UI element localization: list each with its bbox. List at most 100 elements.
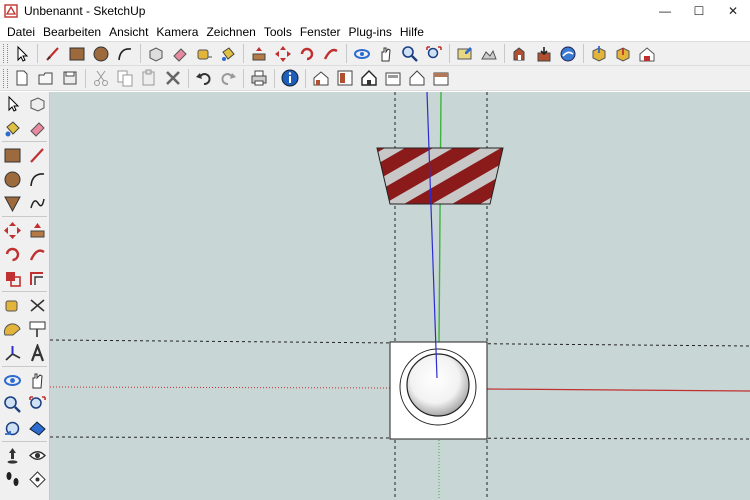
open-icon[interactable] — [34, 67, 58, 89]
rectangle-icon[interactable] — [0, 143, 24, 167]
main-toolbar — [0, 41, 750, 66]
close-button[interactable]: ✕ — [716, 0, 750, 22]
iso-view-icon[interactable] — [309, 67, 333, 89]
add-location-icon[interactable] — [453, 43, 477, 65]
menu-tools[interactable]: Tools — [260, 25, 296, 39]
3d-text-icon[interactable] — [25, 341, 49, 365]
move-icon[interactable] — [271, 43, 295, 65]
arc-icon[interactable] — [25, 167, 49, 191]
menu-ansicht[interactable]: Ansicht — [105, 25, 152, 39]
previous-view-icon[interactable] — [0, 416, 24, 440]
top-view-icon[interactable] — [333, 67, 357, 89]
axes-icon[interactable] — [0, 341, 24, 365]
menu-bearbeiten[interactable]: Bearbeiten — [39, 25, 105, 39]
sketchup-app-icon — [4, 4, 18, 18]
toolbar-grip[interactable] — [3, 68, 8, 88]
walk-icon[interactable] — [0, 467, 24, 491]
menu-zeichnen[interactable]: Zeichnen — [202, 25, 259, 39]
delete-icon[interactable] — [161, 67, 185, 89]
arc-icon[interactable] — [113, 43, 137, 65]
copy-icon[interactable] — [113, 67, 137, 89]
make-component-icon[interactable] — [144, 43, 168, 65]
undo-icon[interactable] — [192, 67, 216, 89]
dimension-icon[interactable] — [25, 293, 49, 317]
back-view-icon[interactable] — [405, 67, 429, 89]
zoom-icon[interactable] — [0, 392, 24, 416]
extension-warehouse-icon[interactable] — [635, 43, 659, 65]
menu-datei[interactable]: Datei — [3, 25, 39, 39]
pan-icon[interactable] — [374, 43, 398, 65]
line-icon[interactable] — [25, 143, 49, 167]
scale-icon[interactable] — [0, 266, 24, 290]
follow-me-icon[interactable] — [25, 242, 49, 266]
title-bar: Unbenannt - SketchUp — ☐ ✕ — [0, 0, 750, 22]
eraser-icon[interactable] — [168, 43, 192, 65]
red-axis — [486, 388, 750, 392]
menu-fenster[interactable]: Fenster — [296, 25, 345, 39]
paint-bucket-icon[interactable] — [0, 116, 24, 140]
menu-plugins[interactable]: Plug-ins — [345, 25, 396, 39]
freehand-icon[interactable] — [25, 191, 49, 215]
menu-kamera[interactable]: Kamera — [152, 25, 202, 39]
menu-hilfe[interactable]: Hilfe — [396, 25, 428, 39]
zoom-icon[interactable] — [398, 43, 422, 65]
follow-me-icon[interactable] — [319, 43, 343, 65]
redo-icon[interactable] — [216, 67, 240, 89]
orbit-icon[interactable] — [350, 43, 374, 65]
striped-frustum-face[interactable] — [376, 147, 504, 205]
cut-icon[interactable] — [89, 67, 113, 89]
paste-icon[interactable] — [137, 67, 161, 89]
section-plane-icon[interactable] — [25, 467, 49, 491]
green-axis — [438, 92, 442, 343]
photo-textures-icon[interactable] — [508, 43, 532, 65]
caption-buttons: — ☐ ✕ — [648, 0, 750, 22]
get-models-icon[interactable] — [532, 43, 556, 65]
look-around-icon[interactable] — [25, 443, 49, 467]
circle-icon[interactable] — [0, 167, 24, 191]
pan-icon[interactable] — [25, 368, 49, 392]
zoom-window-icon[interactable] — [25, 392, 49, 416]
rotate-icon[interactable] — [0, 242, 24, 266]
minimize-button[interactable]: — — [648, 0, 682, 22]
paint-bucket-icon[interactable] — [216, 43, 240, 65]
share-component-icon[interactable] — [611, 43, 635, 65]
zoom-extents-icon[interactable] — [25, 416, 49, 440]
front-view-icon[interactable] — [357, 67, 381, 89]
protractor-icon[interactable] — [0, 317, 24, 341]
save-icon[interactable] — [58, 67, 82, 89]
select-icon[interactable] — [0, 92, 24, 116]
share-model-icon[interactable] — [556, 43, 580, 65]
push-pull-icon[interactable] — [25, 218, 49, 242]
new-icon[interactable] — [10, 67, 34, 89]
circle-icon[interactable] — [89, 43, 113, 65]
move-icon[interactable] — [0, 218, 24, 242]
position-camera-icon[interactable] — [0, 443, 24, 467]
rectangle-icon[interactable] — [65, 43, 89, 65]
right-view-icon[interactable] — [381, 67, 405, 89]
make-component-icon[interactable] — [25, 92, 49, 116]
modeling-viewport[interactable] — [50, 92, 750, 500]
text-icon[interactable] — [25, 317, 49, 341]
select-icon[interactable] — [10, 43, 34, 65]
left-view-icon[interactable] — [429, 67, 453, 89]
offset-icon[interactable] — [25, 266, 49, 290]
toggle-terrain-icon[interactable] — [477, 43, 501, 65]
maximize-button[interactable]: ☐ — [682, 0, 716, 22]
print-icon[interactable] — [247, 67, 271, 89]
sphere[interactable] — [406, 353, 470, 417]
get-components-icon[interactable] — [587, 43, 611, 65]
line-icon[interactable] — [41, 43, 65, 65]
polygon-icon[interactable] — [0, 191, 24, 215]
zoom-extents-icon[interactable] — [422, 43, 446, 65]
model-info-icon[interactable] — [278, 67, 302, 89]
standard-toolbar — [0, 66, 750, 91]
toolbar-grip[interactable] — [3, 44, 8, 63]
eraser-icon[interactable] — [25, 116, 49, 140]
menu-bar: Datei Bearbeiten Ansicht Kamera Zeichnen… — [0, 22, 750, 41]
rotate-icon[interactable] — [295, 43, 319, 65]
tape-measure-icon[interactable] — [0, 293, 24, 317]
push-pull-icon[interactable] — [247, 43, 271, 65]
scene-canvas[interactable] — [50, 92, 750, 500]
tape-measure-icon[interactable] — [192, 43, 216, 65]
orbit-icon[interactable] — [0, 368, 24, 392]
